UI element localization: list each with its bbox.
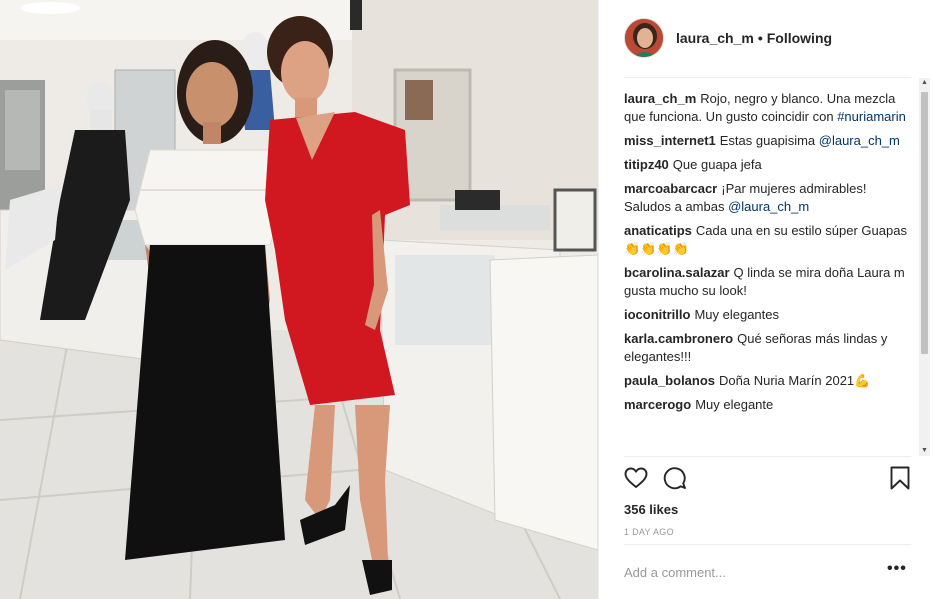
following-button[interactable]: Following xyxy=(767,30,832,46)
heart-icon xyxy=(624,467,648,488)
header-divider xyxy=(624,77,911,78)
header-text: laura_ch_m • Following xyxy=(676,30,832,46)
like-button[interactable] xyxy=(624,466,650,492)
comment-item: bcarolina.salazar Q linda se mira doña La… xyxy=(624,264,909,300)
comments-scrollbar[interactable]: ▲ ▼ xyxy=(919,78,930,456)
profile-avatar[interactable] xyxy=(624,18,664,58)
more-options-button[interactable]: ••• xyxy=(887,561,907,582)
comment-hashtag-link[interactable]: #nuriamarin xyxy=(837,109,906,124)
header-username[interactable]: laura_ch_m xyxy=(676,30,754,46)
comment-text: Muy elegante xyxy=(695,397,774,412)
post-actions xyxy=(624,466,914,492)
comment-username[interactable]: paula_bolanos xyxy=(624,373,715,388)
comment-text: Estas guapisima xyxy=(719,133,819,148)
post-timestamp[interactable]: 1 DAY AGO xyxy=(624,527,674,537)
header-separator: • xyxy=(757,30,763,46)
scroll-up-arrow-icon[interactable]: ▲ xyxy=(920,78,929,88)
comments-list[interactable]: laura_ch_m Rojo, negro y blanco. Una mezc… xyxy=(624,90,909,452)
add-comment-input[interactable] xyxy=(624,560,854,584)
scroll-down-arrow-icon[interactable]: ▼ xyxy=(920,446,929,456)
post-photo-illustration xyxy=(0,0,598,599)
comment-divider xyxy=(624,544,911,545)
comment-item: anaticatips Cada una en su estilo súper G… xyxy=(624,222,909,258)
comment-button[interactable] xyxy=(663,466,689,492)
comment-item: marcoabarcacr ¡Par mujeres admirables! Sa… xyxy=(624,180,909,216)
post-photo[interactable] xyxy=(0,0,598,599)
comment-item: paula_bolanos Doña Nuria Marín 2021💪 xyxy=(624,372,909,390)
save-button[interactable] xyxy=(888,466,914,492)
actions-divider xyxy=(624,456,911,457)
comment-mention-link[interactable]: @laura_ch_m xyxy=(819,133,900,148)
bookmark-icon xyxy=(890,466,910,490)
likes-count[interactable]: 356 likes xyxy=(624,502,678,517)
comment-username[interactable]: anaticatips xyxy=(624,223,692,238)
comment-username[interactable]: marcerogo xyxy=(624,397,691,412)
comment-item: karla.cambronero Qué señoras más lindas y… xyxy=(624,330,909,366)
comment-item: titipz40 Que guapa jefa xyxy=(624,156,909,174)
post-header: laura_ch_m • Following xyxy=(624,18,832,58)
comment-item: ioconitrillo Muy elegantes xyxy=(624,306,909,324)
scrollbar-thumb[interactable] xyxy=(921,92,928,354)
comment-item: laura_ch_m Rojo, negro y blanco. Una mezc… xyxy=(624,90,909,126)
comment-username[interactable]: titipz40 xyxy=(624,157,669,172)
post-detail-panel: laura_ch_m • Following laura_ch_m Rojo, neg… xyxy=(598,0,933,599)
comment-username[interactable]: ioconitrillo xyxy=(624,307,690,322)
comment-username[interactable]: bcarolina.salazar xyxy=(624,265,730,280)
comment-item: miss_internet1 Estas guapisima @laura_ch_… xyxy=(624,132,909,150)
comment-username[interactable]: laura_ch_m xyxy=(624,91,696,106)
comment-username[interactable]: karla.cambronero xyxy=(624,331,733,346)
comment-username[interactable]: miss_internet1 xyxy=(624,133,716,148)
avatar-image xyxy=(625,19,663,57)
comment-text: Doña Nuria Marín 2021💪 xyxy=(719,373,871,388)
comment-username[interactable]: marcoabarcacr xyxy=(624,181,717,196)
comment-item: marcerogo Muy elegante xyxy=(624,396,909,414)
comment-icon xyxy=(663,467,686,490)
comment-mention-link[interactable]: @laura_ch_m xyxy=(728,199,809,214)
comment-text: Que guapa jefa xyxy=(672,157,762,172)
comment-text: Muy elegantes xyxy=(694,307,780,322)
